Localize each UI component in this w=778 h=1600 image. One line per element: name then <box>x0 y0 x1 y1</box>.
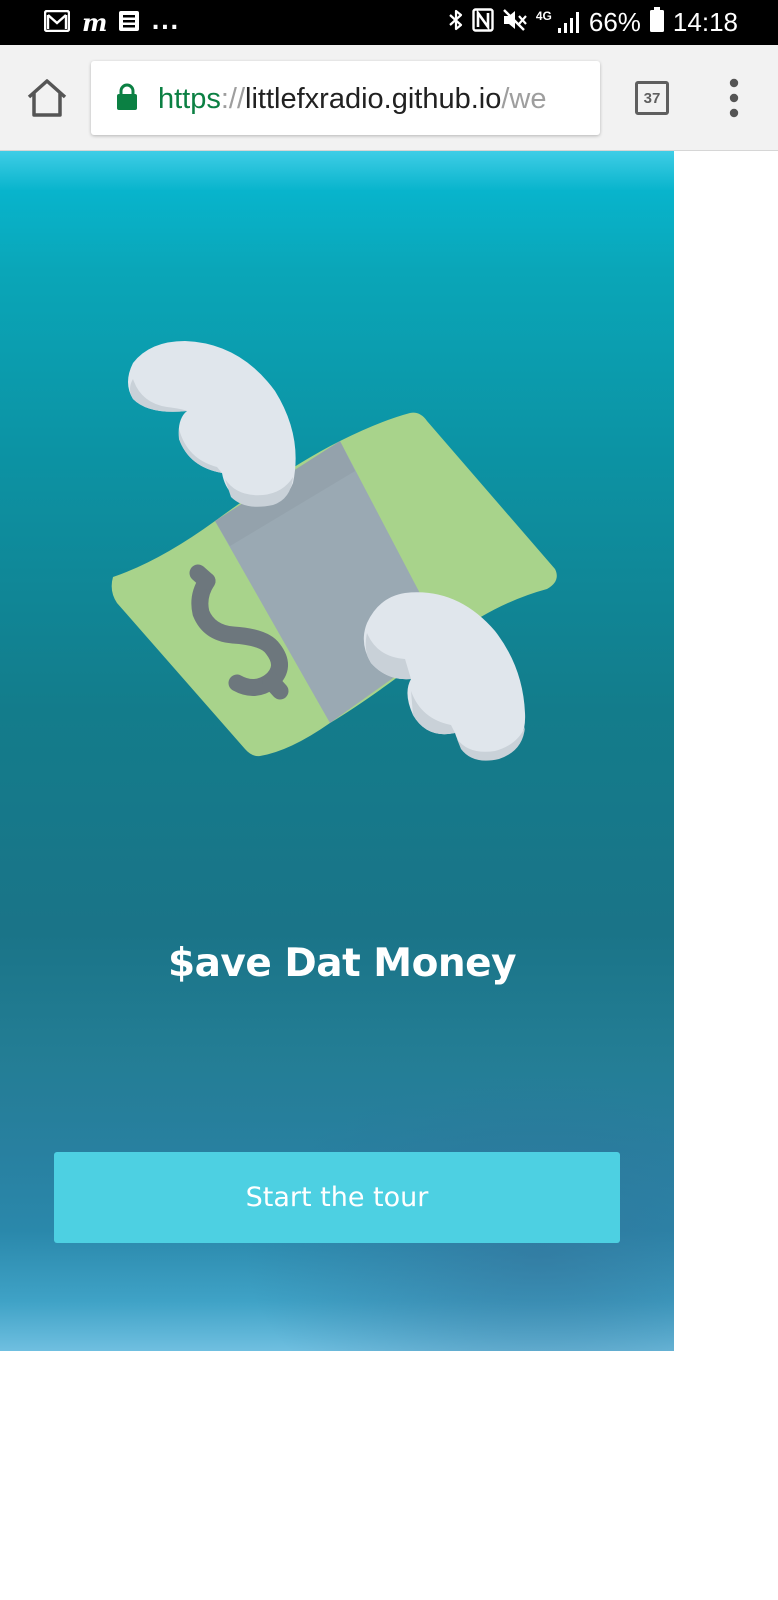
address-bar[interactable]: https://littlefxradio.github.io/we <box>91 61 600 135</box>
overflow-menu-icon <box>729 78 739 118</box>
news-icon <box>119 10 140 36</box>
m-app-icon: m <box>82 8 108 37</box>
tabs-icon: 37 <box>635 81 669 115</box>
url-separator: :// <box>220 83 246 115</box>
nfc-icon <box>472 8 494 36</box>
status-bar-system: 4G 66% 14:18 <box>448 6 738 38</box>
bluetooth-icon <box>448 8 464 36</box>
flying-money-icon <box>111 341 557 761</box>
url-path: /we <box>501 83 547 115</box>
url-scheme: https <box>158 83 221 115</box>
muted-icon <box>502 8 528 36</box>
tabs-button[interactable]: 37 <box>632 78 672 118</box>
url-text[interactable]: https://littlefxradio.github.io/we <box>158 81 588 117</box>
url-host: littlefxradio.github.io <box>245 83 502 115</box>
signal-icon: 4G <box>535 9 581 33</box>
browser-toolbar: https://littlefxradio.github.io/we 37 <box>0 45 778 151</box>
start-tour-button[interactable]: Start the tour <box>54 1152 620 1243</box>
more-notifications-icon: ... <box>151 10 180 35</box>
network-type-label: 4G <box>535 9 552 23</box>
overflow-menu-button[interactable] <box>718 76 750 120</box>
status-bar-notifications: m ... <box>43 8 180 38</box>
home-icon <box>27 79 67 117</box>
battery-percent: 66% <box>588 7 641 37</box>
clock: 14:18 <box>672 7 738 37</box>
web-page-hero: $ave Dat Money Start the tour <box>0 151 674 1351</box>
status-bar: m ... 4G 66% 14:18 <box>0 0 778 45</box>
battery-icon <box>649 7 665 37</box>
home-button[interactable] <box>24 75 70 121</box>
lock-icon <box>116 83 138 111</box>
gmail-icon <box>43 9 71 36</box>
page-title: $ave Dat Money <box>167 941 517 986</box>
